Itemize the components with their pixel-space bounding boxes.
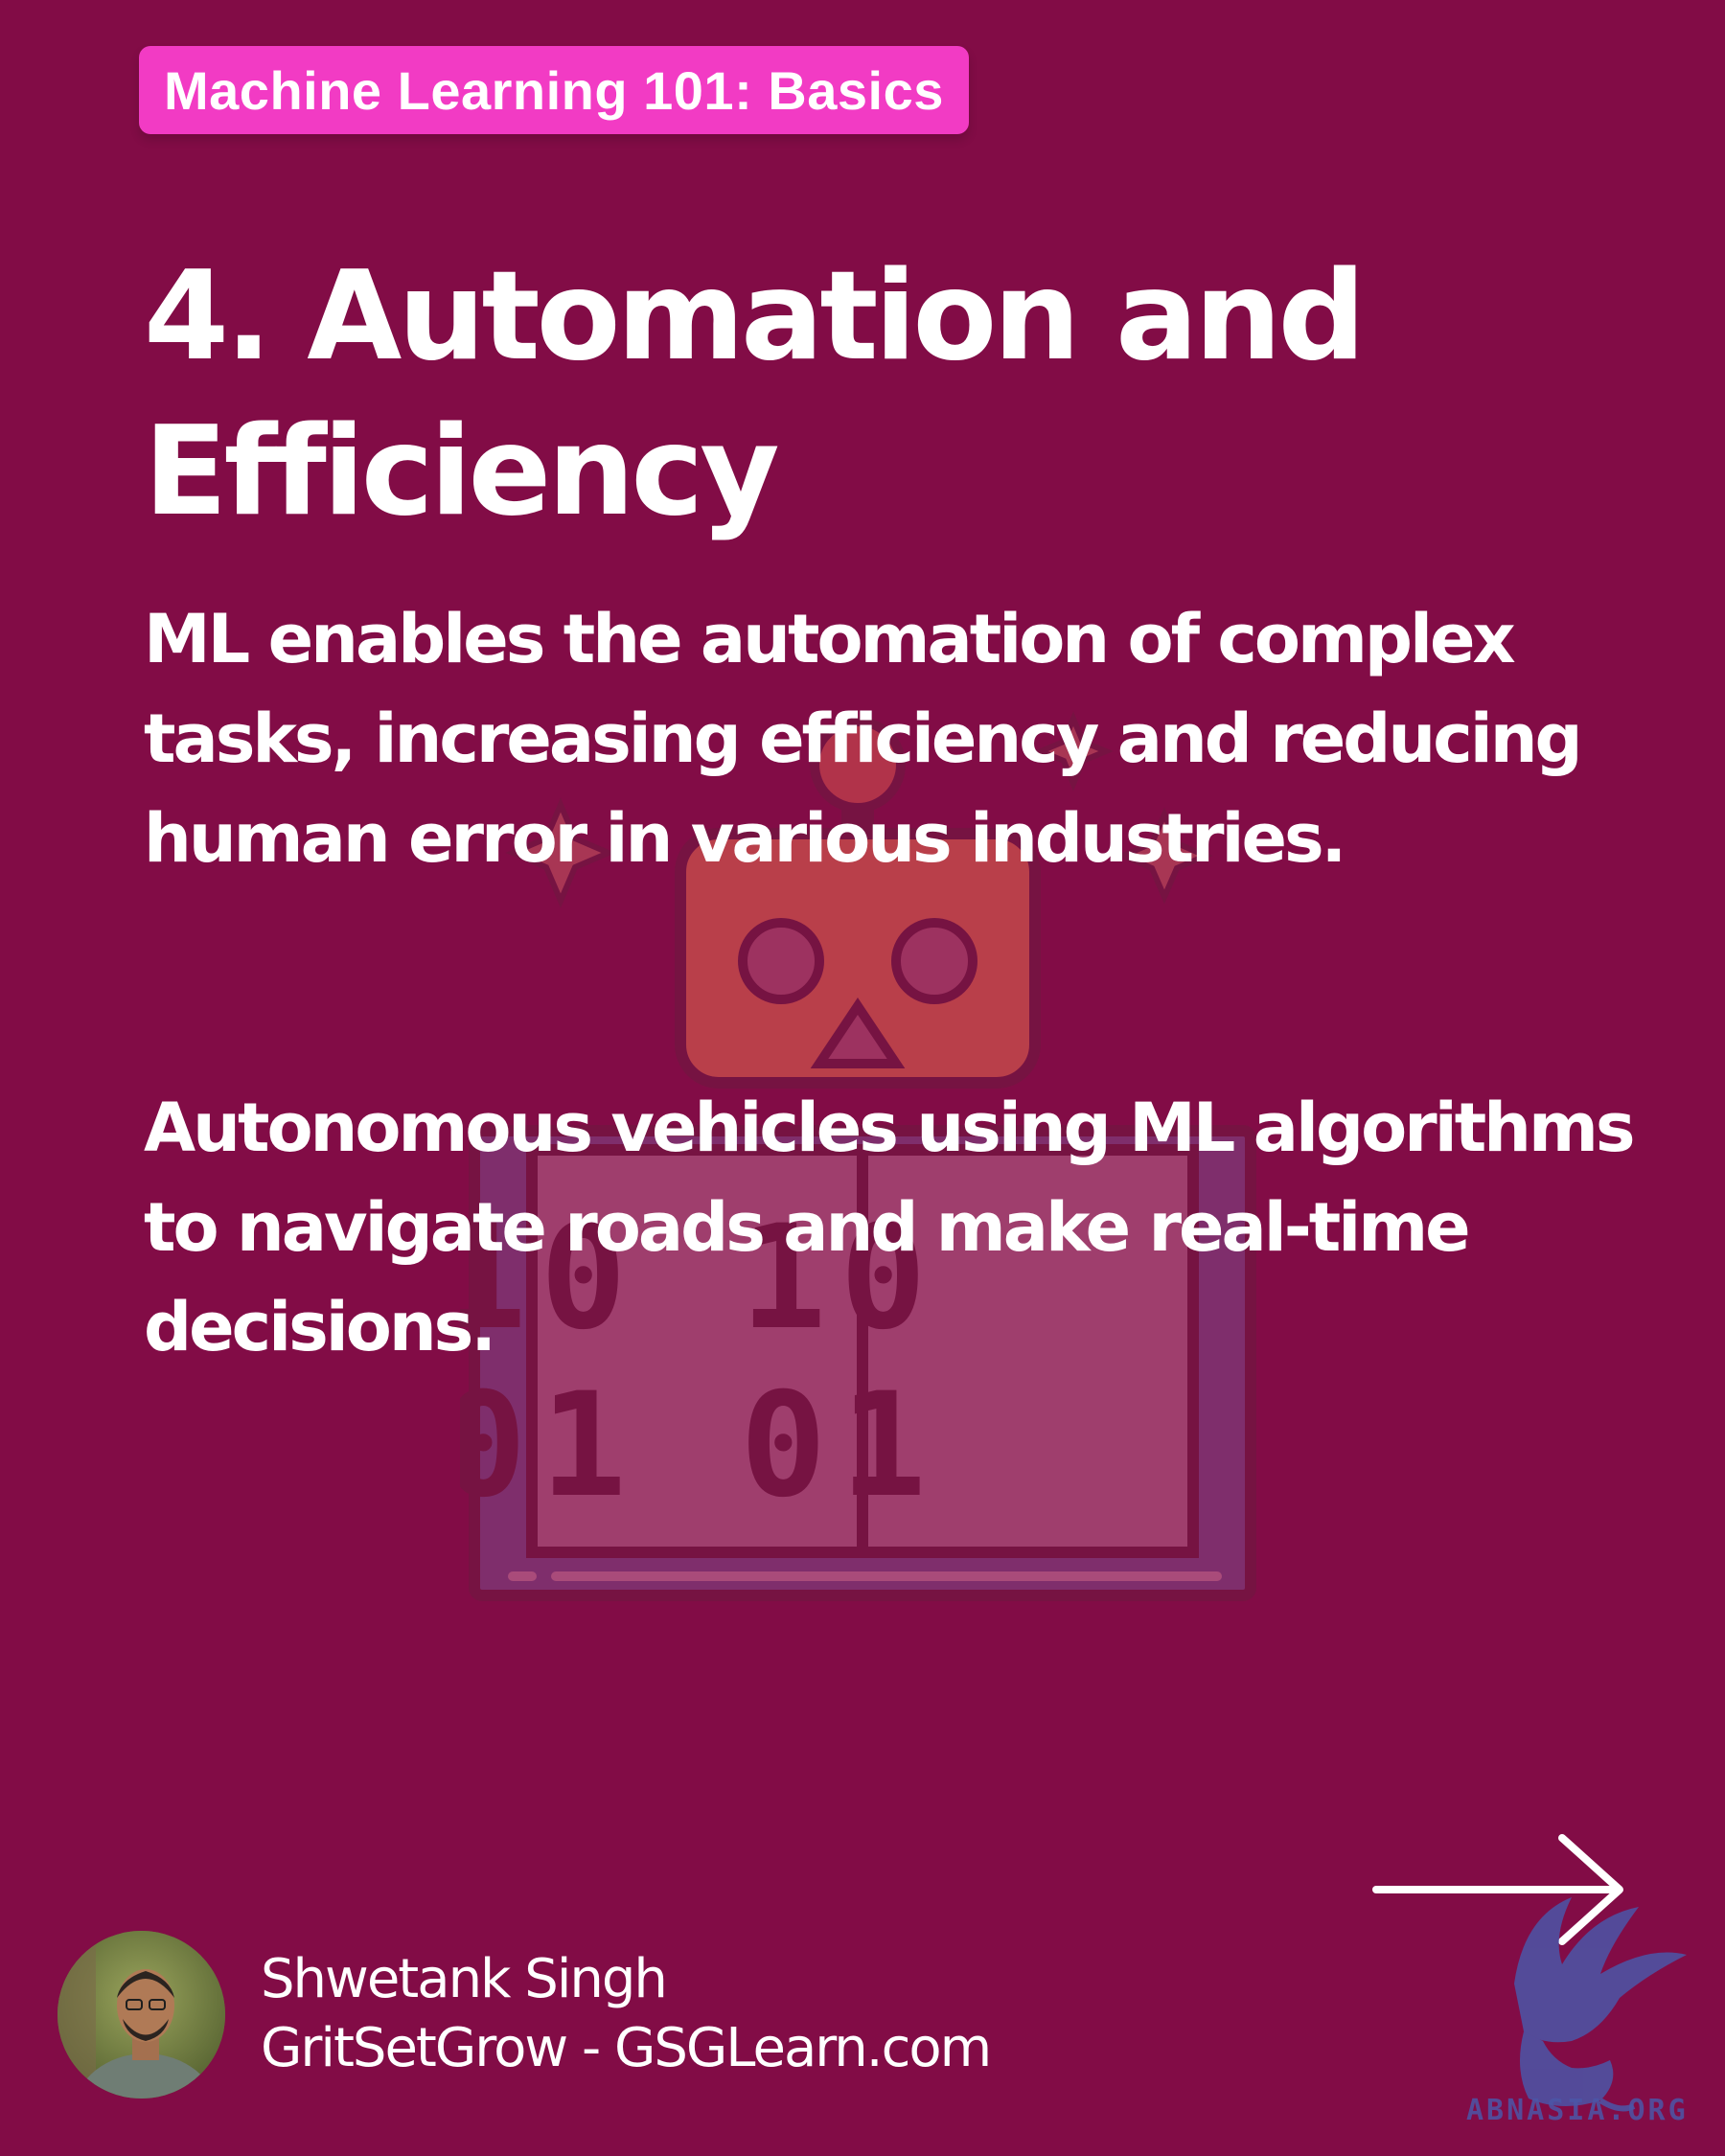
slide: 10 10 01 01 Machine Learning 101: Basics… (0, 0, 1725, 2156)
slide-title: 4. Automation and Efficiency (144, 245, 1366, 543)
course-badge: Machine Learning 101: Basics (139, 46, 969, 134)
description-paragraph: ML enables the automation of complex tas… (144, 600, 1583, 878)
author-site: GritSetGrow - GSGLearn.com (261, 2017, 992, 2079)
watermark-text: ABNASIA.ORG (1466, 2094, 1689, 2127)
course-badge-label: Machine Learning 101: Basics (164, 59, 944, 121)
avatar (58, 1931, 225, 2099)
binary-bottom-text: 01 01 (460, 1363, 940, 1529)
example-paragraph: Autonomous vehicles using ML algorithms … (144, 1089, 1636, 1366)
author-name: Shwetank Singh (261, 1948, 668, 2010)
author-info: Shwetank Singh GritSetGrow - GSGLearn.co… (261, 1945, 992, 2083)
